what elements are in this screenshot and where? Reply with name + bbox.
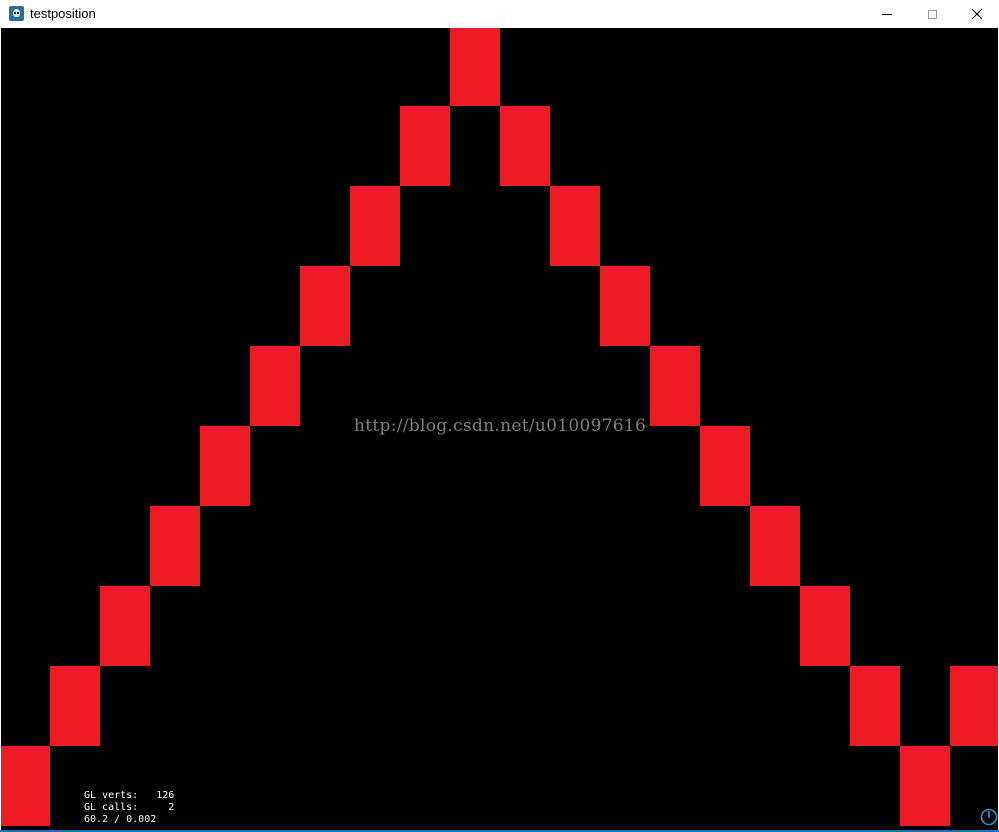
red-tile <box>250 346 300 426</box>
red-tile <box>400 106 450 186</box>
red-tile <box>150 506 200 586</box>
red-tile <box>100 586 150 666</box>
red-tile <box>1 746 50 826</box>
cocos-app-icon <box>9 6 24 21</box>
red-tile <box>450 28 500 106</box>
red-tile <box>500 106 550 186</box>
red-tile <box>950 666 998 746</box>
red-tile <box>300 266 350 346</box>
stats-gl-verts: GL verts: 126 <box>84 790 175 801</box>
stats-overlay: GL verts: 126 GL calls: 2 60.2 / 0.002 <box>84 790 174 826</box>
close-button[interactable] <box>954 0 999 28</box>
watermark-text: http://blog.csdn.net/u010097616 <box>354 416 647 436</box>
red-tile <box>850 666 900 746</box>
app-window: testposition http://blog.csdn.net/u01009… <box>0 0 999 832</box>
minimize-icon <box>882 13 892 15</box>
game-viewport[interactable]: http://blog.csdn.net/u010097616 GL verts… <box>1 28 998 830</box>
stats-fps: 60.2 / 0.002 <box>84 814 157 825</box>
red-tile <box>750 506 800 586</box>
red-tile <box>900 746 950 826</box>
red-tile <box>200 426 250 506</box>
maximize-icon <box>927 9 937 19</box>
stats-gl-calls: GL calls: 2 <box>84 802 175 813</box>
power-icon[interactable] <box>980 808 998 826</box>
red-tile <box>700 426 750 506</box>
minimize-button[interactable] <box>864 0 910 28</box>
red-tile <box>600 266 650 346</box>
close-icon <box>971 8 983 20</box>
red-tile <box>800 586 850 666</box>
red-tile <box>50 666 100 746</box>
maximize-button[interactable] <box>909 0 955 28</box>
red-tile <box>650 346 700 426</box>
red-tile <box>350 186 400 266</box>
window-title: testposition <box>30 6 96 21</box>
title-bar[interactable]: testposition <box>0 0 999 28</box>
red-tile <box>550 186 600 266</box>
